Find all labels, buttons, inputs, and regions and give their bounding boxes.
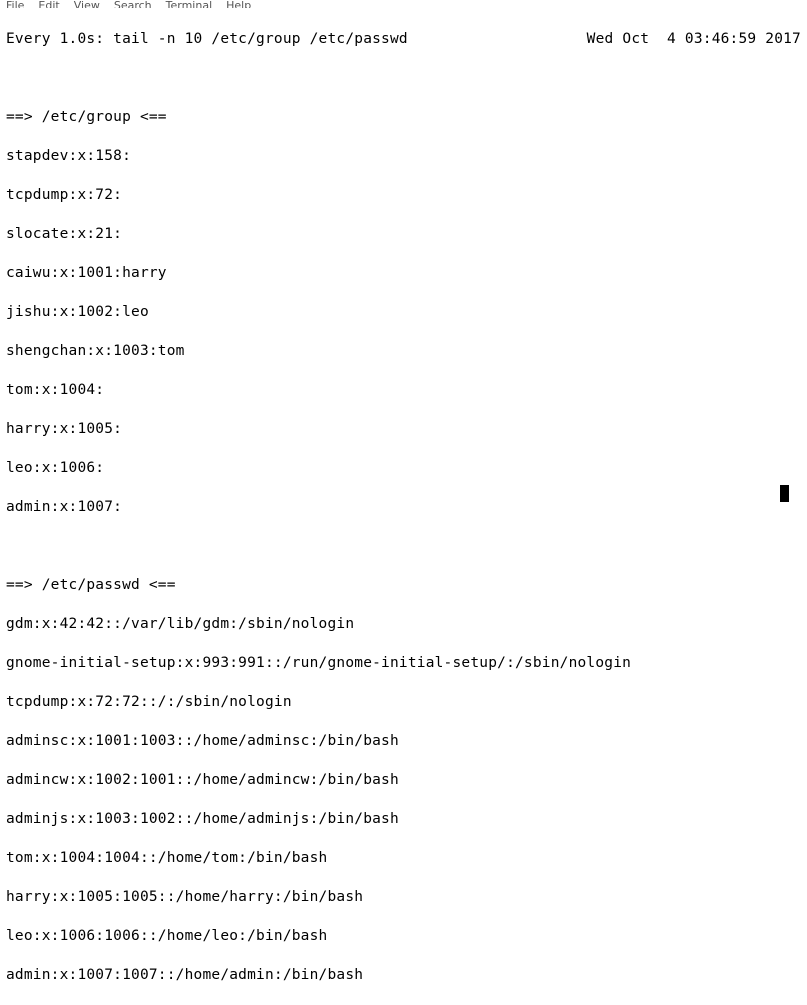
menu-bar: File Edit View Search Terminal Help (0, 0, 807, 8)
group-line: tom:x:1004: (6, 381, 801, 401)
passwd-line: adminjs:x:1003:1002::/home/adminjs:/bin/… (6, 810, 801, 830)
menu-view[interactable]: View (74, 4, 100, 8)
terminal-cursor (780, 485, 789, 502)
watch-header: Every 1.0s: tail -n 10 /etc/group /etc/p… (6, 30, 801, 50)
passwd-line: adminsc:x:1001:1003::/home/adminsc:/bin/… (6, 732, 801, 752)
passwd-line: harry:x:1005:1005::/home/harry:/bin/bash (6, 888, 801, 908)
group-line: tcpdump:x:72: (6, 186, 801, 206)
menu-help[interactable]: Help (226, 4, 251, 8)
passwd-line: admin:x:1007:1007::/home/admin:/bin/bash (6, 966, 801, 986)
passwd-line: leo:x:1006:1006::/home/leo:/bin/bash (6, 927, 801, 947)
group-line: slocate:x:21: (6, 225, 801, 245)
group-line: shengchan:x:1003:tom (6, 342, 801, 362)
blank-line (6, 69, 801, 89)
passwd-header: ==> /etc/passwd <== (6, 576, 801, 596)
group-line: admin:x:1007: (6, 498, 801, 518)
menu-terminal[interactable]: Terminal (166, 4, 213, 8)
passwd-line: tom:x:1004:1004::/home/tom:/bin/bash (6, 849, 801, 869)
menu-search[interactable]: Search (114, 4, 152, 8)
group-line: harry:x:1005: (6, 420, 801, 440)
group-header: ==> /etc/group <== (6, 108, 801, 128)
passwd-line: admincw:x:1002:1001::/home/admincw:/bin/… (6, 771, 801, 791)
group-line: leo:x:1006: (6, 459, 801, 479)
menu-file[interactable]: File (6, 4, 24, 8)
passwd-line: tcpdump:x:72:72::/:/sbin/nologin (6, 693, 801, 713)
group-line: caiwu:x:1001:harry (6, 264, 801, 284)
watch-timestamp: Wed Oct 4 03:46:59 2017 (587, 30, 801, 50)
terminal-output: Every 1.0s: tail -n 10 /etc/group /etc/p… (0, 8, 807, 1005)
group-line: jishu:x:1002:leo (6, 303, 801, 323)
passwd-line: gdm:x:42:42::/var/lib/gdm:/sbin/nologin (6, 615, 801, 635)
passwd-line: gnome-initial-setup:x:993:991::/run/gnom… (6, 654, 801, 674)
menu-edit[interactable]: Edit (38, 4, 59, 8)
blank-line (6, 537, 801, 557)
watch-command: Every 1.0s: tail -n 10 /etc/group /etc/p… (6, 30, 408, 50)
group-line: stapdev:x:158: (6, 147, 801, 167)
